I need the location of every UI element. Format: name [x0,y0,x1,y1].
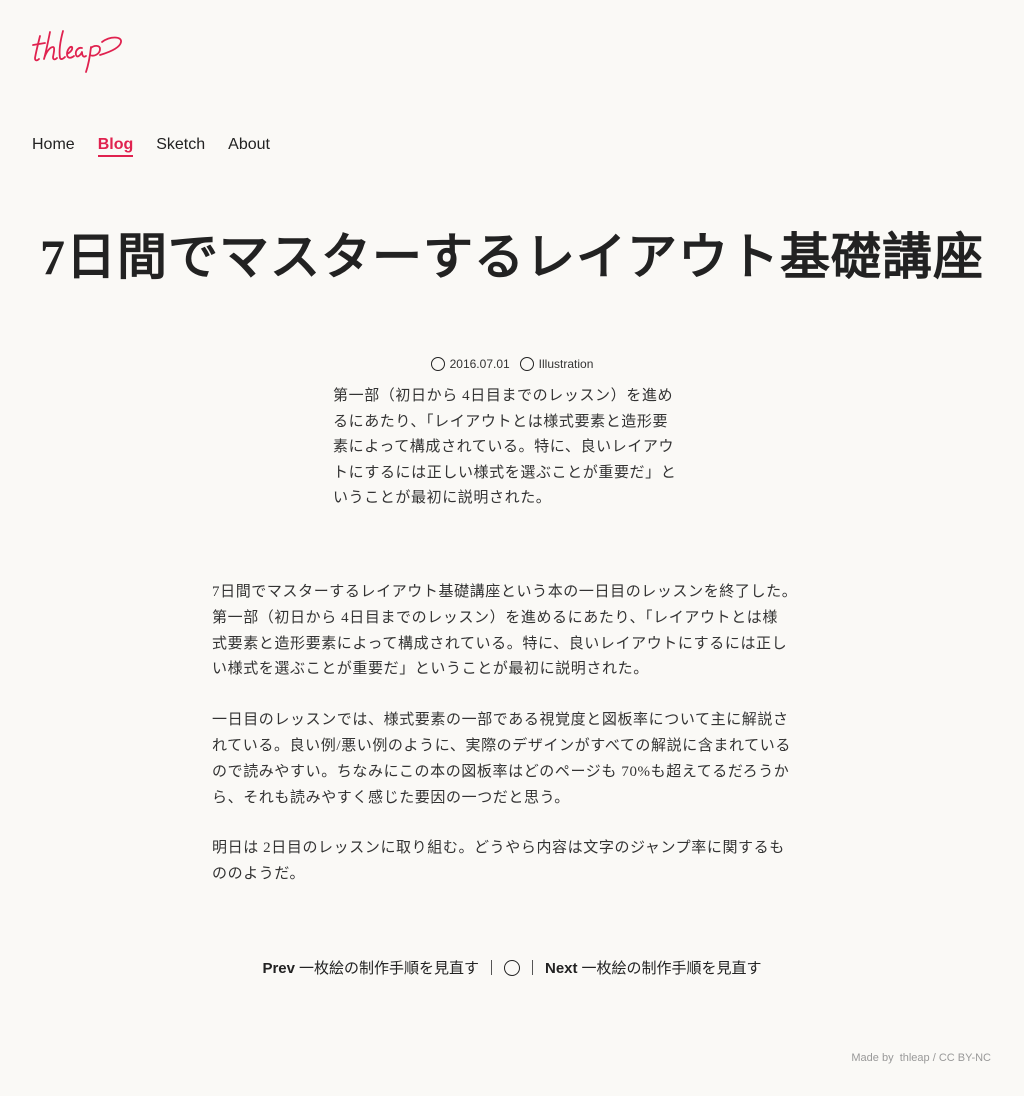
nav-about[interactable]: About [228,135,270,157]
footer-credit: Made by thleap / CC BY-NC [851,1052,991,1064]
excerpt-line: るにあたり、「レイアウトとは様式要素と造形要 [333,413,669,430]
nav-home[interactable]: Home [32,135,75,157]
next-title: 一枚絵の制作手順を見直す [581,960,762,977]
nav-sketch[interactable]: Sketch [156,135,205,157]
body-line: 第一部（初日から 4日目までのレッスン）を進めるにあたり、「レイアウトとは様 [212,609,778,626]
excerpt-line: いうことが最初に説明された。 [333,490,552,506]
excerpt-line: 素によって構成されている。特に、良いレイアウ [333,439,675,455]
body-paragraph: 明日は 2日目のレッスンに取り組む。どうやら内容は文字のジャンプ率に関するも の… [212,836,812,888]
body-line: 一日目のレッスンでは、様式要素の一部である視覚度と図板率について主に解説さ [212,712,789,729]
post-body: 7日間でマスターするレイアウト基礎講座という本の一日目のレッスンを終了した。 第… [212,580,812,913]
post-title: 7日間でマスターするレイアウト基礎講座 [40,229,984,285]
category-icon [519,357,534,371]
prev-label: Prev [262,960,295,977]
nav-blog[interactable]: Blog [97,135,134,157]
date-icon [430,357,445,371]
excerpt-line: 第一部（初日から 4日目までのレッスン）を進め [333,388,674,404]
body-line: ののようだ。 [212,866,306,883]
post-pager: Prev 一枚絵の制作手順を見直す Next 一枚絵の制作手順を見直す [0,957,1024,978]
body-paragraph: 7日間でマスターするレイアウト基礎講座という本の一日目のレッスンを終了した。 第… [212,580,812,683]
body-line: 式要素と造形要素によって構成されている。特に、良いレイアウトにするには正し [212,635,788,652]
site-footer: Made by thleap / CC BY-NC [851,1052,991,1064]
body-line: ので読みやすい。ちなみにこの本の図板率はどのページも 70%も超えてるだろうか [212,763,790,780]
home-circle-icon[interactable] [504,959,520,976]
body-line: 7日間でマスターするレイアウト基礎講座という本の一日目のレッスンを終了した。 [212,584,798,600]
post-excerpt: 第一部（初日から 4日目までのレッスン）を進め るにあたり、「レイアウトとは様式… [333,384,693,512]
body-line: れている。良い例/悪い例のように、実際のデザインがすべての解説に含まれている [212,737,791,754]
next-label: Next [545,960,578,977]
next-post-link[interactable]: Next 一枚絵の制作手順を見直す [545,957,762,978]
thleap-logo-icon [32,30,122,73]
body-line: ら、それも読みやすく感じた要因の一つだと思う。 [212,789,570,806]
body-line: 明日は 2日目のレッスンに取り組む。どうやら内容は文字のジャンプ率に関するも [212,840,785,857]
post-meta: 2016.07.01 Illustration [0,357,1024,371]
main-nav: Home Blog Sketch About [32,135,293,157]
post-category[interactable]: Illustration [519,357,594,371]
body-paragraph: 一日目のレッスンでは、様式要素の一部である視覚度と図板率について主に解説さ れて… [212,708,812,811]
site-logo[interactable] [30,28,125,76]
body-line: い様式を選ぶことが重要だ」ということが最初に説明された。 [212,661,649,678]
excerpt-line: トにするには正しい様式を選ぶことが重要だ」と [333,464,677,481]
post-category-text[interactable]: Illustration [539,357,594,371]
pager-divider [532,960,533,975]
prev-post-link[interactable]: Prev 一枚絵の制作手順を見直す [262,957,479,978]
post-date: 2016.07.01 [430,357,510,371]
pager-divider [491,960,492,975]
prev-title: 一枚絵の制作手順を見直す [298,960,479,977]
post-date-text: 2016.07.01 [449,357,510,371]
